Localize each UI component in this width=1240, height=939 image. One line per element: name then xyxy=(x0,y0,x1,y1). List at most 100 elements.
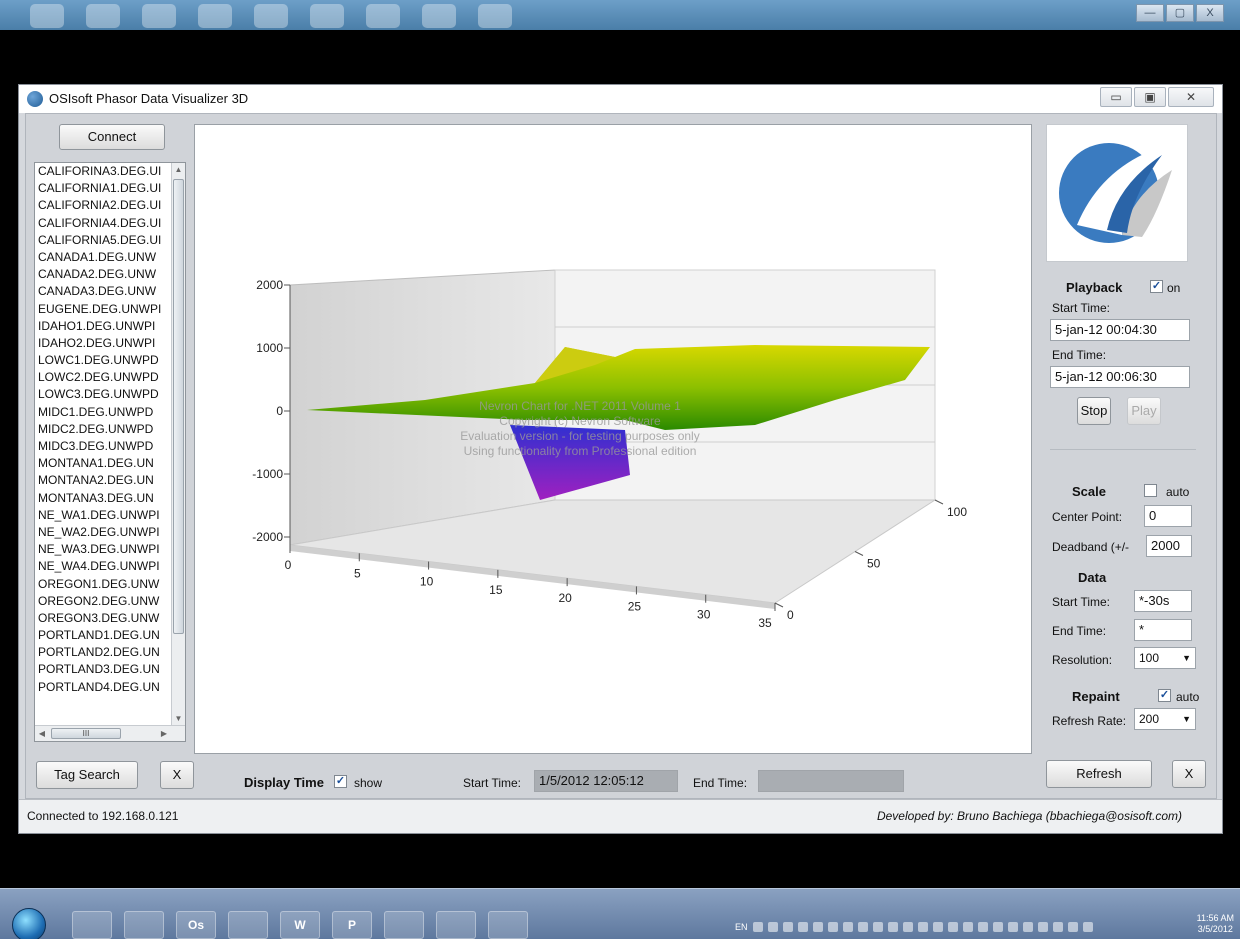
outer-app-icon[interactable] xyxy=(422,4,456,28)
taskbar-app-button[interactable]: Os xyxy=(176,911,216,939)
tag-list-item[interactable]: MONTANA3.DEG.UN xyxy=(35,490,171,507)
outer-app-icon[interactable] xyxy=(86,4,120,28)
tag-list-item[interactable]: CALIFORINA3.DEG.UI xyxy=(35,163,171,180)
hscroll-thumb[interactable]: III xyxy=(51,728,121,739)
tag-list-item[interactable]: MIDC2.DEG.UNWPD xyxy=(35,421,171,438)
outer-maximize-button[interactable]: ▢ xyxy=(1166,4,1194,22)
tray-icon[interactable] xyxy=(962,922,973,932)
tag-list-item[interactable]: OREGON3.DEG.UNW xyxy=(35,610,171,627)
outer-app-icon[interactable] xyxy=(30,4,64,28)
tag-list-item[interactable]: LOWC3.DEG.UNWPD xyxy=(35,386,171,403)
tag-list-item[interactable]: CALIFORNIA5.DEG.UI xyxy=(35,232,171,249)
taskbar-app-button[interactable] xyxy=(124,911,164,939)
minimize-button[interactable]: ▭ xyxy=(1100,87,1132,107)
tag-list-item[interactable]: EUGENE.DEG.UNWPI xyxy=(35,301,171,318)
tray-icon[interactable] xyxy=(812,922,823,932)
3d-chart[interactable]: Nevron Chart for .NET 2011 Volume 1 Copy… xyxy=(194,124,1032,754)
tag-list-item[interactable]: NE_WA4.DEG.UNWPI xyxy=(35,558,171,575)
playback-on-checkbox[interactable]: ✓ xyxy=(1150,280,1163,293)
tray-icon[interactable] xyxy=(767,922,778,932)
resolution-select[interactable]: 100 ▼ xyxy=(1134,647,1196,669)
taskbar-app-button[interactable]: W xyxy=(280,911,320,939)
tray-icon[interactable] xyxy=(857,922,868,932)
scroll-left-arrow-icon[interactable]: ◀ xyxy=(35,726,49,741)
tray-icon[interactable] xyxy=(1052,922,1063,932)
taskbar-app-button[interactable] xyxy=(384,911,424,939)
tag-list-item[interactable]: PORTLAND1.DEG.UN xyxy=(35,627,171,644)
tag-list-item[interactable]: PORTLAND2.DEG.UN xyxy=(35,644,171,661)
taskbar-clock[interactable]: 11:56 AM 3/5/2012 xyxy=(1197,913,1234,935)
refresh-button[interactable]: Refresh xyxy=(1046,760,1152,788)
tray-icon[interactable] xyxy=(902,922,913,932)
taskbar-app-button[interactable] xyxy=(72,911,112,939)
taskbar-app-button[interactable] xyxy=(488,911,528,939)
tag-list-item[interactable]: CALIFORNIA2.DEG.UI xyxy=(35,197,171,214)
outer-app-icon[interactable] xyxy=(310,4,344,28)
tag-list-item[interactable]: NE_WA3.DEG.UNWPI xyxy=(35,541,171,558)
outer-app-icon[interactable] xyxy=(142,4,176,28)
tag-list-item[interactable]: PORTLAND3.DEG.UN xyxy=(35,661,171,678)
tag-list-item[interactable]: IDAHO2.DEG.UNWPI xyxy=(35,335,171,352)
tag-list-item[interactable]: OREGON2.DEG.UNW xyxy=(35,593,171,610)
tray-icon[interactable] xyxy=(932,922,943,932)
tray-icon[interactable] xyxy=(887,922,898,932)
tag-list-item[interactable]: IDAHO1.DEG.UNWPI xyxy=(35,318,171,335)
scroll-down-arrow-icon[interactable]: ▼ xyxy=(172,712,185,726)
maximize-button[interactable]: ▣ xyxy=(1134,87,1166,107)
outer-minimize-button[interactable]: — xyxy=(1136,4,1164,22)
scroll-right-arrow-icon[interactable]: ▶ xyxy=(157,726,171,741)
right-close-button[interactable]: X xyxy=(1172,760,1206,788)
scale-auto-checkbox[interactable] xyxy=(1144,484,1157,497)
tray-icon[interactable] xyxy=(797,922,808,932)
tray-icon[interactable] xyxy=(947,922,958,932)
tag-list-item[interactable]: CALIFORNIA1.DEG.UI xyxy=(35,180,171,197)
tag-search-button[interactable]: Tag Search xyxy=(36,761,138,789)
tag-list-item[interactable]: NE_WA1.DEG.UNWPI xyxy=(35,507,171,524)
tray-icon[interactable] xyxy=(782,922,793,932)
data-start-time-input[interactable]: *-30s xyxy=(1134,590,1192,612)
tray-icon[interactable] xyxy=(827,922,838,932)
start-button[interactable] xyxy=(12,908,46,939)
outer-app-icon[interactable] xyxy=(198,4,232,28)
playback-end-time-input[interactable]: 5-jan-12 00:06:30 xyxy=(1050,366,1190,388)
tray-icon[interactable] xyxy=(872,922,883,932)
deadband-input[interactable]: 2000 xyxy=(1146,535,1192,557)
tray-icon[interactable] xyxy=(917,922,928,932)
outer-app-icon[interactable] xyxy=(254,4,288,28)
tag-list-horizontal-scrollbar[interactable]: ◀ III ▶ xyxy=(35,725,185,741)
tray-icon[interactable] xyxy=(1022,922,1033,932)
tag-list-item[interactable]: MIDC3.DEG.UNWPD xyxy=(35,438,171,455)
tag-list-item[interactable]: MIDC1.DEG.UNWPD xyxy=(35,404,171,421)
stop-button[interactable]: Stop xyxy=(1077,397,1111,425)
tag-list-item[interactable]: MONTANA2.DEG.UN xyxy=(35,472,171,489)
tag-list-item[interactable]: OREGON1.DEG.UNW xyxy=(35,576,171,593)
taskbar-app-button[interactable] xyxy=(228,911,268,939)
refresh-rate-select[interactable]: 200 ▼ xyxy=(1134,708,1196,730)
tray-icon[interactable] xyxy=(1037,922,1048,932)
tag-list-item[interactable]: CANADA2.DEG.UNW xyxy=(35,266,171,283)
tray-icon[interactable] xyxy=(1067,922,1078,932)
outer-app-icon[interactable] xyxy=(478,4,512,28)
tag-list-item[interactable]: MONTANA1.DEG.UN xyxy=(35,455,171,472)
connect-button[interactable]: Connect xyxy=(59,124,165,150)
play-button[interactable]: Play xyxy=(1127,397,1161,425)
tag-list-item[interactable]: NE_WA2.DEG.UNWPI xyxy=(35,524,171,541)
center-point-input[interactable]: 0 xyxy=(1144,505,1192,527)
data-end-time-input[interactable]: * xyxy=(1134,619,1192,641)
tag-list-item[interactable]: CANADA3.DEG.UNW xyxy=(35,283,171,300)
outer-app-icon[interactable] xyxy=(366,4,400,28)
tray-icon[interactable] xyxy=(992,922,1003,932)
tag-list-item[interactable]: CANADA1.DEG.UNW xyxy=(35,249,171,266)
taskbar-app-button[interactable] xyxy=(436,911,476,939)
tray-icon[interactable] xyxy=(977,922,988,932)
close-button[interactable]: ✕ xyxy=(1168,87,1214,107)
taskbar-app-button[interactable]: P xyxy=(332,911,372,939)
display-time-show-checkbox[interactable]: ✓ xyxy=(334,775,347,788)
tag-list-item[interactable]: CALIFORNIA4.DEG.UI xyxy=(35,215,171,232)
tray-icon[interactable] xyxy=(1007,922,1018,932)
playback-start-time-input[interactable]: 5-jan-12 00:04:30 xyxy=(1050,319,1190,341)
scroll-up-arrow-icon[interactable]: ▲ xyxy=(172,163,185,177)
tray-icon[interactable] xyxy=(752,922,763,932)
clear-tag-search-button[interactable]: X xyxy=(160,761,194,789)
outer-close-button[interactable]: X xyxy=(1196,4,1224,22)
